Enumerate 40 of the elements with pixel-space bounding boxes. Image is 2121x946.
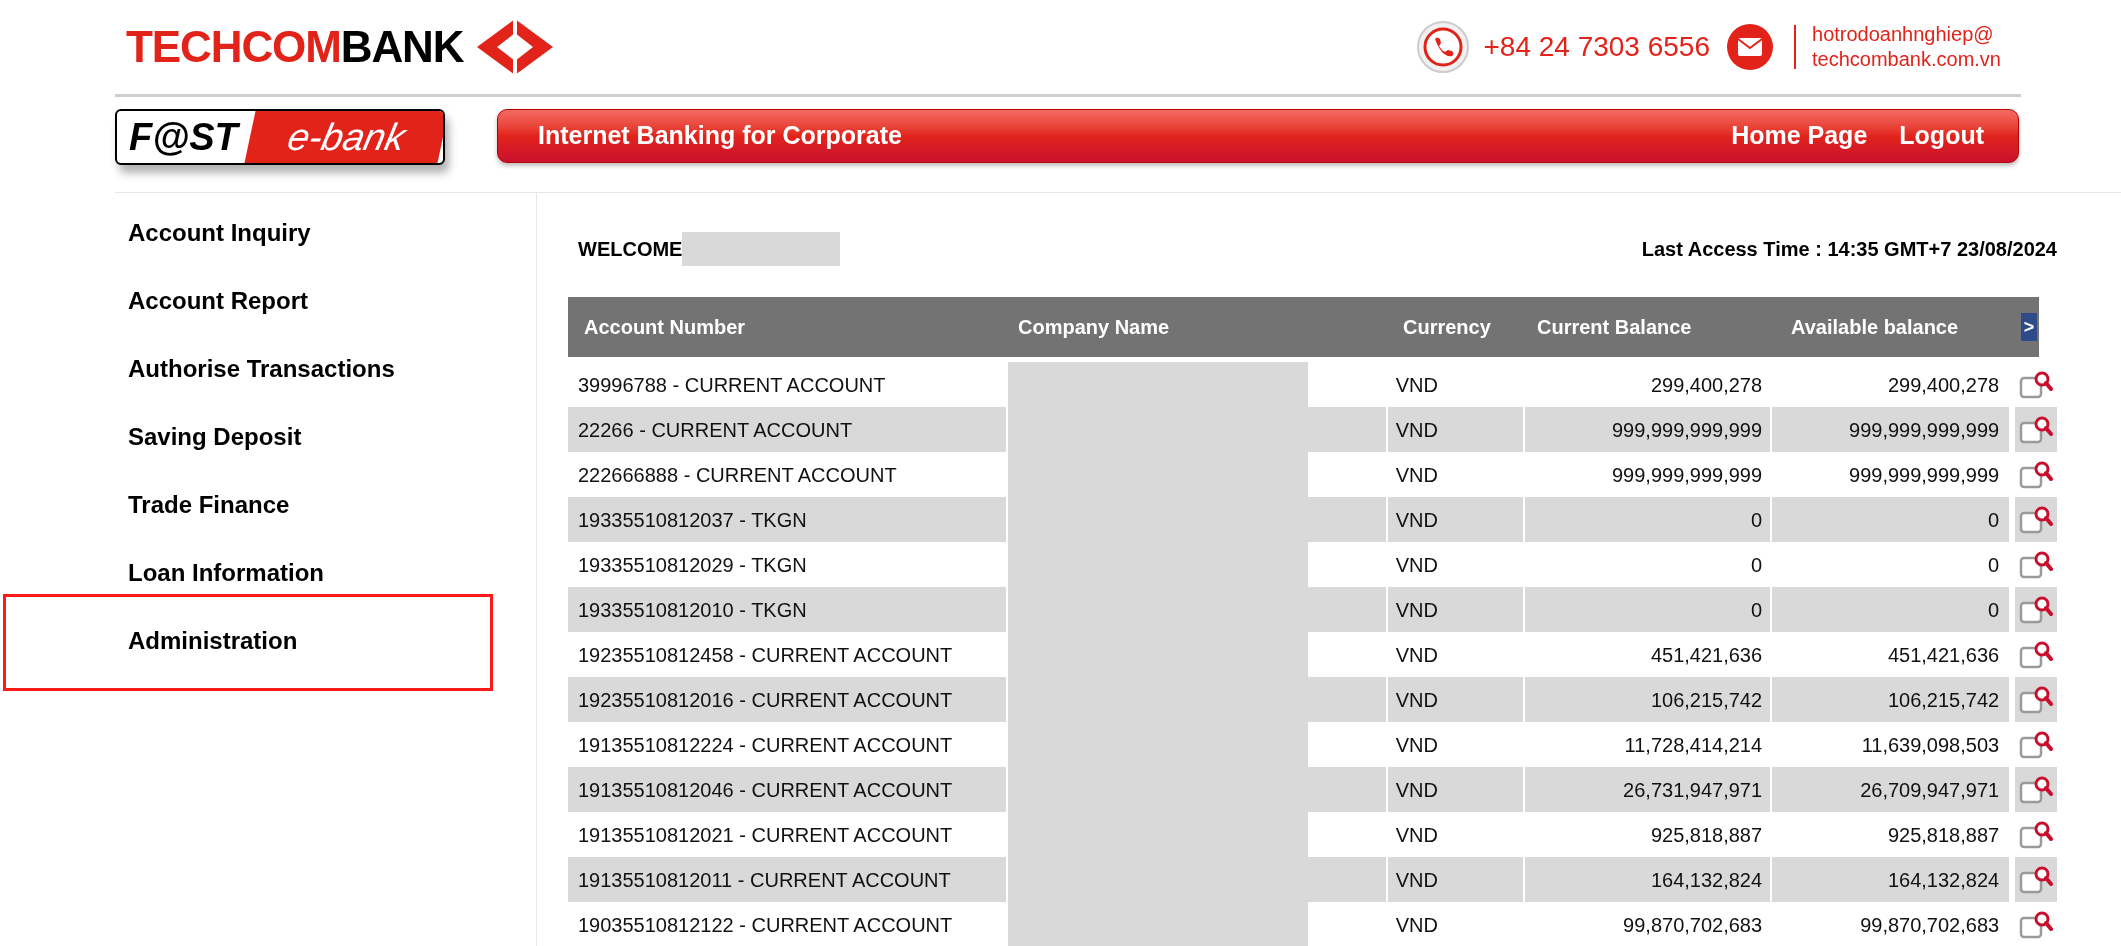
column-header: Available balance bbox=[1790, 315, 1960, 340]
phone-number: +84 24 7303 6556 bbox=[1483, 30, 1710, 64]
column-header: Current Balance bbox=[1536, 315, 1693, 340]
column-header: Account Number bbox=[583, 315, 747, 340]
sidebar-item[interactable]: Loan Information bbox=[128, 555, 324, 591]
document-search-icon[interactable] bbox=[2019, 729, 2054, 760]
document-search-icon[interactable] bbox=[2019, 909, 2054, 940]
document-search-icon[interactable] bbox=[2019, 414, 2054, 445]
sidebar-item[interactable]: Account Report bbox=[128, 283, 308, 319]
sidebar-item[interactable]: Account Inquiry bbox=[128, 215, 311, 251]
sidebar-item[interactable]: Saving Deposit bbox=[128, 419, 302, 455]
email-address: techcombank.com.vn bbox=[1812, 47, 2001, 72]
table-cell: 99,870,702,683 bbox=[1772, 902, 2016, 946]
phone-icon bbox=[1415, 19, 1472, 75]
document-search-icon[interactable] bbox=[2019, 504, 2054, 535]
last-access-time: Last Access Time : 14:35 GMT+7 23/08/2024 bbox=[1641, 237, 2057, 262]
document-search-icon[interactable] bbox=[2019, 819, 2054, 850]
sidebar-item[interactable]: Trade Finance bbox=[128, 487, 290, 523]
brand-logo: TECHCOMBANK bbox=[126, 25, 464, 69]
document-search-icon[interactable] bbox=[2019, 774, 2054, 805]
nav-link[interactable]: Home Page bbox=[1731, 117, 1868, 155]
document-search-icon[interactable] bbox=[2019, 459, 2054, 490]
document-search-icon[interactable] bbox=[2019, 594, 2054, 625]
email-address: hotrodoanhnghiep@ bbox=[1812, 22, 1995, 47]
welcome-text: WELCOME bbox=[578, 237, 683, 262]
nav-link[interactable]: Logout bbox=[1899, 117, 1984, 155]
column-header: Currency bbox=[1402, 315, 1492, 340]
document-search-icon[interactable] bbox=[2019, 639, 2054, 670]
document-search-icon[interactable] bbox=[2019, 369, 2054, 400]
document-search-icon[interactable] bbox=[2019, 864, 2054, 895]
document-search-icon[interactable] bbox=[2019, 684, 2054, 715]
sidebar-item[interactable]: Authorise Transactions bbox=[128, 351, 395, 387]
scroll-right-button[interactable]: > bbox=[2021, 313, 2037, 341]
document-search-icon[interactable] bbox=[2019, 549, 2054, 580]
table-cell: VND bbox=[1387, 902, 1526, 946]
fast-ebank-logo: F@ST e-bank bbox=[115, 109, 445, 165]
column-header: Company Name bbox=[1017, 315, 1171, 340]
sidebar-item[interactable]: Administration bbox=[128, 623, 298, 659]
banner-title: Internet Banking for Corporate bbox=[538, 120, 902, 152]
table-cell: 99,870,702,683 bbox=[1525, 902, 1773, 946]
